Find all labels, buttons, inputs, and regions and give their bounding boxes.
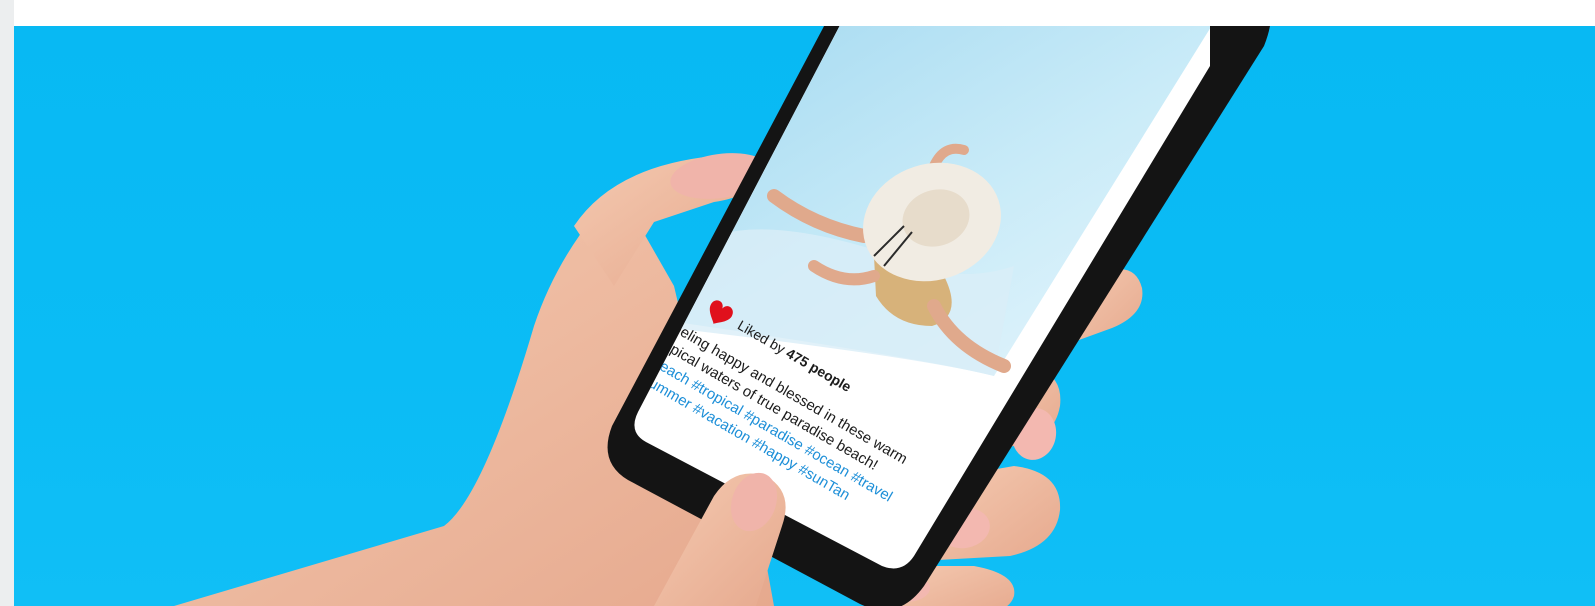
left-rail <box>0 0 14 606</box>
hero-illustration: Liked by 475 people Feeling happy and bl… <box>174 26 1270 606</box>
hero-image: Liked by 475 people Feeling happy and bl… <box>14 26 1595 606</box>
page: Liked by 475 people Feeling happy and bl… <box>0 0 1595 606</box>
